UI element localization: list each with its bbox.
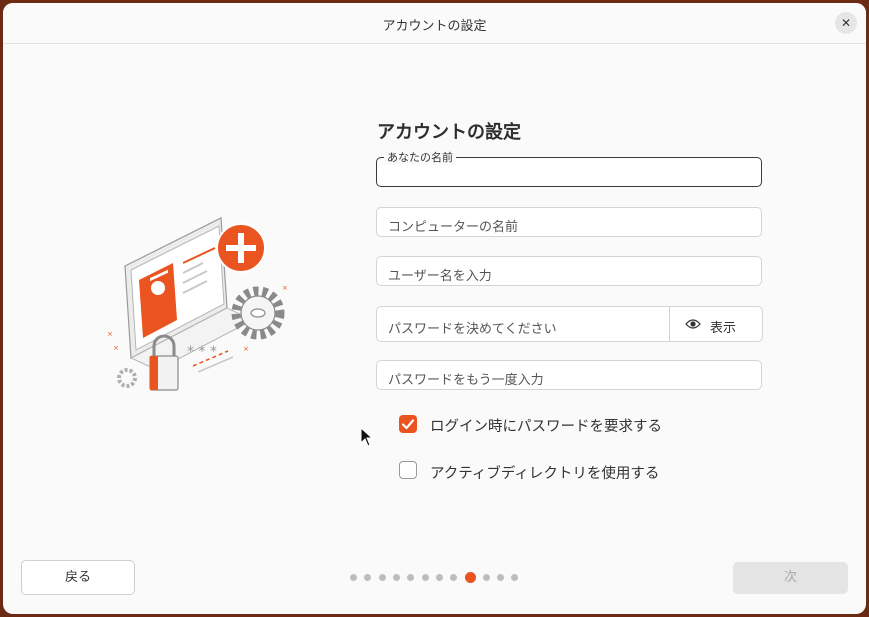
- page-dot: [497, 574, 504, 581]
- page-dot: [393, 574, 400, 581]
- next-button[interactable]: 次: [733, 562, 848, 594]
- confirm-password-field[interactable]: パスワードをもう一度入力: [376, 360, 762, 390]
- page-dot: [407, 574, 414, 581]
- require-password-label[interactable]: ログイン時にパスワードを要求する: [430, 415, 662, 436]
- show-password-label: 表示: [710, 321, 737, 336]
- setup-window: アカウントの設定 ✕ * * * × × × × アカウントの設定 あなたの名前…: [3, 3, 866, 614]
- page-dot: [422, 574, 429, 581]
- svg-text:×: ×: [282, 284, 288, 292]
- computer-name-placeholder: コンピューターの名前: [388, 220, 519, 235]
- password-placeholder: パスワードを決めてください: [388, 322, 557, 337]
- active-directory-checkbox[interactable]: [399, 461, 417, 479]
- show-password-button[interactable]: 表示: [669, 306, 763, 342]
- eye-icon: [685, 319, 701, 329]
- computer-name-field[interactable]: コンピューターの名前: [376, 207, 762, 237]
- page-dot: [450, 574, 457, 581]
- username-field[interactable]: ユーザー名を入力: [376, 256, 762, 286]
- name-field-label: あなたの名前: [384, 149, 456, 165]
- page-dot-current: [465, 572, 476, 583]
- page-dot: [436, 574, 443, 581]
- page-dot: [483, 574, 490, 581]
- back-button[interactable]: 戻る: [21, 560, 135, 595]
- mouse-cursor-icon: [360, 427, 374, 447]
- page-dot: [350, 574, 357, 581]
- page-dot: [379, 574, 386, 581]
- confirm-password-placeholder: パスワードをもう一度入力: [388, 373, 544, 388]
- name-field[interactable]: あなたの名前: [376, 149, 762, 187]
- window-title: アカウントの設定: [382, 19, 487, 34]
- checkmark-icon: [401, 419, 415, 430]
- account-illustration: * * * × × × ×: [107, 217, 288, 391]
- title-bar: アカウントの設定 ✕: [3, 3, 866, 44]
- page-heading: アカウントの設定: [377, 122, 521, 143]
- close-button[interactable]: ✕: [835, 12, 857, 34]
- page-dot: [364, 574, 371, 581]
- svg-text:×: ×: [243, 345, 249, 353]
- active-directory-label[interactable]: アクティブディレクトリを使用する: [430, 462, 659, 483]
- page-dot: [511, 574, 518, 581]
- svg-text:×: ×: [107, 330, 113, 338]
- require-password-checkbox[interactable]: [399, 415, 417, 433]
- svg-text:×: ×: [113, 344, 119, 352]
- username-placeholder: ユーザー名を入力: [388, 269, 492, 284]
- password-field[interactable]: パスワードを決めてください: [376, 306, 670, 342]
- close-icon: ✕: [840, 16, 852, 30]
